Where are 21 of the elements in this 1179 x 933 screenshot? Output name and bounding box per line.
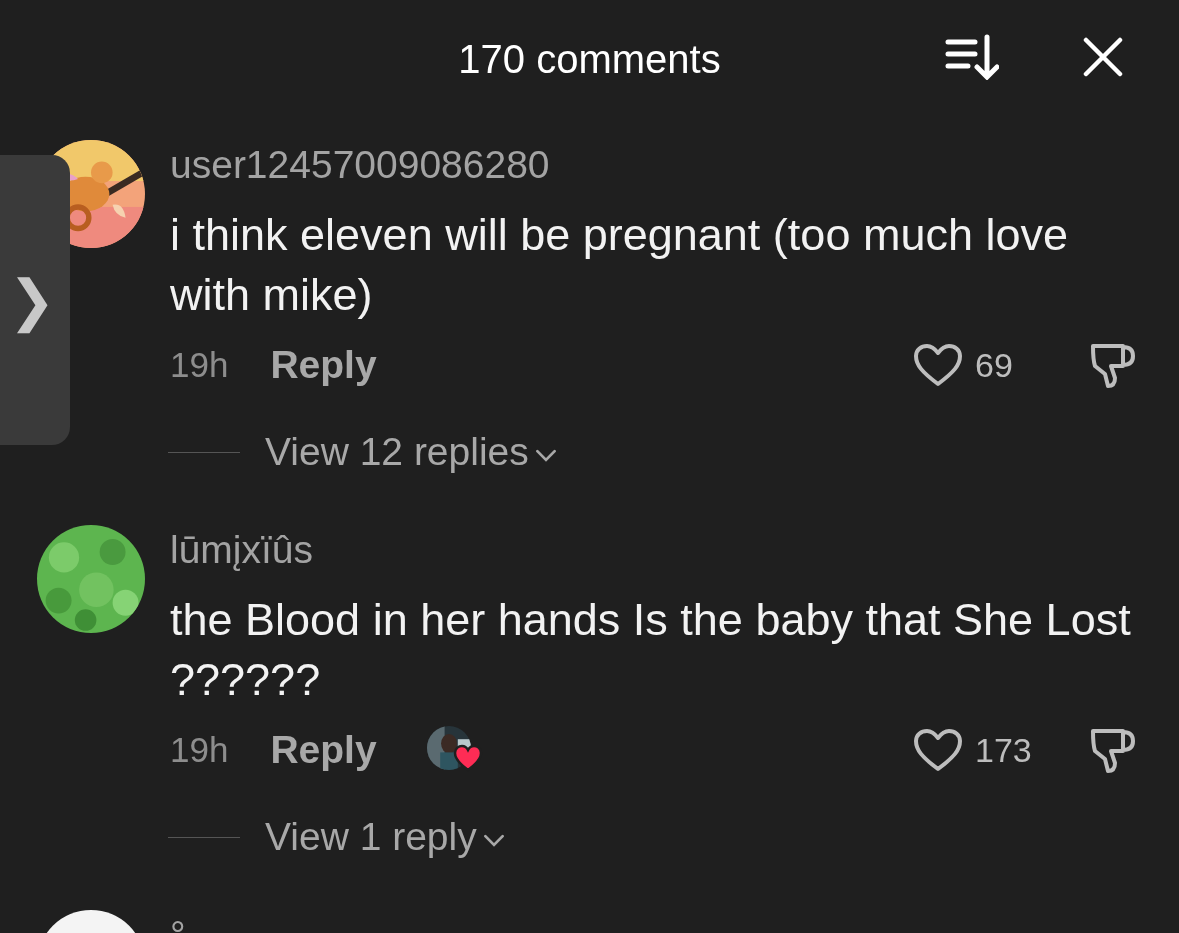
timestamp: 19h	[170, 345, 229, 385]
timestamp: 19h	[170, 730, 229, 770]
chevron-down-icon[interactable]	[534, 448, 557, 462]
username[interactable]: °	[170, 912, 1139, 933]
like-count: 173	[975, 730, 1033, 770]
like-count: 69	[975, 345, 1014, 385]
heart-icon[interactable]	[913, 343, 963, 387]
comment-text: the Blood in her hands Is the baby that She Lost ??????	[170, 593, 1132, 707]
heart-icon[interactable]	[913, 728, 963, 772]
sort-icon[interactable]	[945, 34, 999, 80]
view-replies-link[interactable]: View 1 reply	[265, 815, 477, 859]
reply-link[interactable]: Reply	[270, 728, 377, 772]
chevron-down-icon[interactable]	[482, 833, 505, 847]
username[interactable]: user12457009086280	[170, 142, 1139, 188]
side-panel-tab[interactable]: ❯	[0, 155, 70, 445]
username[interactable]: lūmįxïûs	[170, 527, 1139, 573]
close-icon[interactable]	[1083, 37, 1123, 77]
reply-link[interactable]: Reply	[270, 343, 377, 387]
comments-count-title: 170 comments	[458, 36, 721, 82]
view-replies-link[interactable]: View 12 replies	[265, 430, 529, 474]
comment-text: i think eleven will be pregnant (too much love with mike)	[170, 208, 1069, 322]
